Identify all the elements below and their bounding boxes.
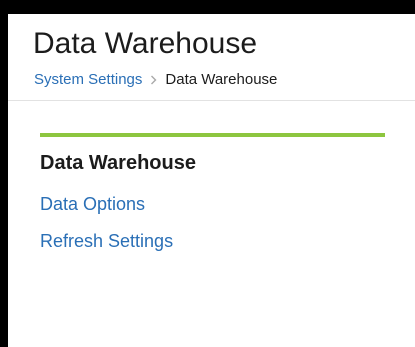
breadcrumb-current: Data Warehouse bbox=[165, 71, 278, 88]
list-item: Refresh Settings bbox=[40, 228, 385, 256]
page-header: Data Warehouse System Settings Data Ware… bbox=[8, 14, 415, 101]
breadcrumb-link-system-settings[interactable]: System Settings bbox=[34, 70, 142, 90]
chevron-right-icon bbox=[150, 75, 157, 85]
page-title: Data Warehouse bbox=[33, 27, 258, 60]
list-item: Data Options bbox=[40, 191, 385, 219]
data-warehouse-panel: Data Warehouse Data Options Refresh Sett… bbox=[40, 133, 385, 265]
panel-accent-bar bbox=[40, 133, 385, 137]
refresh-settings-link[interactable]: Refresh Settings bbox=[40, 231, 173, 251]
breadcrumb: System Settings Data Warehouse bbox=[34, 70, 277, 90]
panel-title: Data Warehouse bbox=[40, 152, 196, 174]
app-window: Data Warehouse System Settings Data Ware… bbox=[8, 14, 415, 347]
panel-link-list: Data Options Refresh Settings bbox=[40, 191, 385, 256]
data-options-link[interactable]: Data Options bbox=[40, 194, 145, 214]
